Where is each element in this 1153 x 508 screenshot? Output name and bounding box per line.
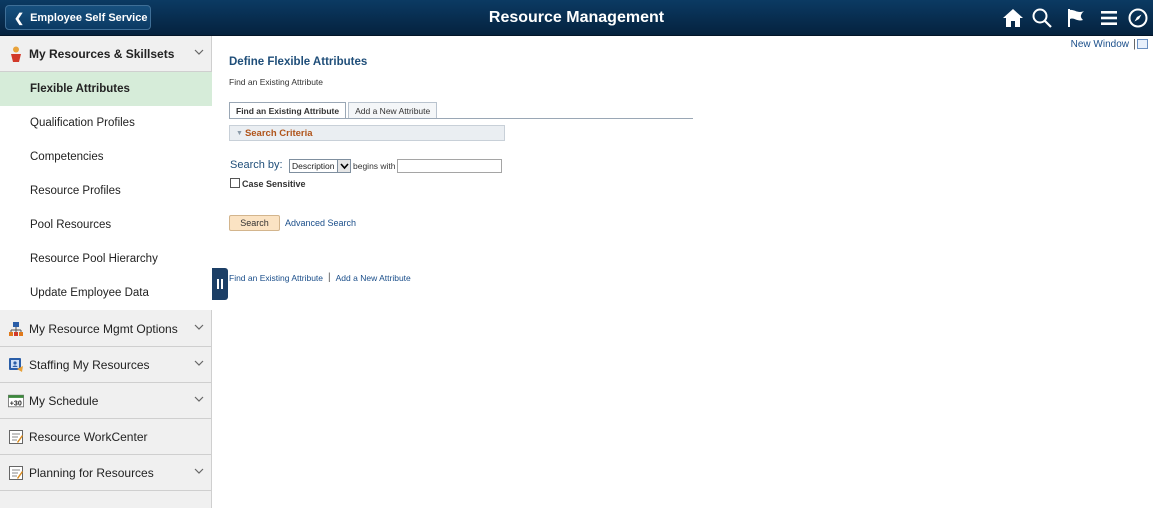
search-criteria-header[interactable]: ▼ Search Criteria — [229, 125, 505, 141]
flag-icon[interactable] — [1064, 6, 1088, 30]
sidebar-section-label: Staffing My Resources — [29, 357, 150, 372]
case-sensitive-checkbox[interactable] — [230, 178, 240, 188]
sidebar-item-pool-resources[interactable]: Pool Resources — [0, 208, 212, 242]
sidebar-item-label: Qualification Profiles — [30, 117, 135, 129]
tab-divider — [229, 118, 693, 119]
sidebar-collapse-handle[interactable] — [212, 268, 228, 300]
find-existing-link[interactable]: Find an Existing Attribute — [229, 273, 323, 283]
search-criteria-label: Search Criteria — [244, 127, 313, 139]
page-title: Define Flexible Attributes — [229, 56, 368, 68]
sidebar-item-label: Update Employee Data — [30, 287, 149, 299]
person-icon — [8, 46, 24, 62]
compass-icon[interactable] — [1126, 6, 1150, 30]
advanced-search-link[interactable]: Advanced Search — [285, 218, 356, 228]
chevron-left-icon: ❮ — [14, 10, 25, 25]
app-header: ❮ Employee Self Service Resource Managem… — [0, 0, 1153, 36]
sidebar: My Resources & Skillsets Flexible Attrib… — [0, 36, 212, 508]
sidebar-section-resource-workcenter[interactable]: Resource WorkCenter — [0, 419, 212, 455]
divider: | — [328, 272, 331, 283]
add-new-link[interactable]: Add a New Attribute — [336, 273, 411, 283]
divider: | — [1133, 38, 1136, 50]
back-button-label: Employee Self Service — [30, 11, 148, 24]
svg-text:+30: +30 — [10, 399, 22, 407]
sidebar-section-my-resources[interactable]: My Resources & Skillsets — [0, 36, 212, 72]
sidebar-item-flexible-attributes[interactable]: Flexible Attributes — [0, 72, 212, 106]
sidebar-item-label: Resource Pool Hierarchy — [30, 253, 158, 265]
back-button[interactable]: ❮ Employee Self Service — [5, 5, 151, 30]
sidebar-section-resource-mgmt-options[interactable]: My Resource Mgmt Options — [0, 311, 212, 347]
chevron-down-icon — [194, 322, 204, 332]
search-button[interactable]: Search — [229, 215, 280, 231]
search-icon[interactable] — [1030, 6, 1054, 30]
help-icon[interactable] — [1137, 39, 1148, 49]
app-title: Resource Management — [488, 9, 665, 26]
calendar-badge: 30 — [14, 399, 22, 407]
tab-bar: Find an Existing Attribute Add a New Att… — [229, 102, 439, 119]
chevron-down-icon — [194, 394, 204, 404]
search-value-input[interactable] — [397, 159, 502, 173]
chevron-down-icon — [194, 358, 204, 368]
sidebar-section-label: My Resource Mgmt Options — [29, 321, 178, 336]
tab-find-existing[interactable]: Find an Existing Attribute — [229, 102, 347, 119]
pause-icon — [221, 279, 223, 289]
page-subtitle: Find an Existing Attribute — [229, 77, 324, 87]
staffing-icon — [8, 357, 24, 373]
sidebar-item-update-employee-data[interactable]: Update Employee Data — [0, 276, 212, 310]
document-icon — [8, 465, 24, 481]
sidebar-item-label: Flexible Attributes — [30, 83, 130, 95]
document-icon — [8, 429, 24, 445]
triangle-down-icon: ▼ — [236, 129, 243, 137]
sidebar-item-label: Competencies — [30, 151, 104, 163]
sidebar-section-my-schedule[interactable]: +30 My Schedule — [0, 383, 212, 419]
menu-icon[interactable] — [1097, 6, 1121, 30]
sidebar-section-label: My Resources & Skillsets — [29, 46, 175, 61]
sidebar-section-planning[interactable]: Planning for Resources — [0, 455, 212, 491]
sidebar-section-staffing[interactable]: Staffing My Resources — [0, 347, 212, 383]
case-sensitive-label: Case Sensitive — [242, 179, 306, 189]
tab-add-new[interactable]: Add a New Attribute — [348, 102, 438, 118]
chevron-up-icon — [194, 47, 204, 57]
sidebar-item-resource-profiles[interactable]: Resource Profiles — [0, 174, 212, 208]
search-by-label: Search by: — [230, 159, 283, 171]
org-chart-icon — [8, 321, 24, 337]
search-by-select[interactable]: Description — [289, 159, 351, 173]
sidebar-item-resource-pool-hierarchy[interactable]: Resource Pool Hierarchy — [0, 242, 212, 276]
home-icon[interactable] — [1001, 6, 1025, 30]
sidebar-item-qualification-profiles[interactable]: Qualification Profiles — [0, 106, 212, 140]
chevron-down-icon — [337, 160, 350, 172]
sidebar-item-competencies[interactable]: Competencies — [0, 140, 212, 174]
sidebar-section-label: Resource WorkCenter — [29, 429, 148, 444]
chevron-down-icon — [194, 466, 204, 476]
bottom-links: Find an Existing Attribute | Add a New A… — [229, 272, 411, 283]
search-by-value: Description — [292, 161, 335, 171]
new-window-link[interactable]: New Window — [1071, 39, 1129, 50]
sidebar-item-label: Resource Profiles — [30, 185, 121, 197]
sidebar-section-label: My Schedule — [29, 393, 99, 408]
sidebar-section-label: Planning for Resources — [29, 465, 154, 480]
pause-icon — [217, 279, 219, 289]
calendar-icon: +30 — [8, 393, 24, 409]
sidebar-item-label: Pool Resources — [30, 219, 112, 231]
begins-with-label: begins with — [353, 161, 396, 171]
